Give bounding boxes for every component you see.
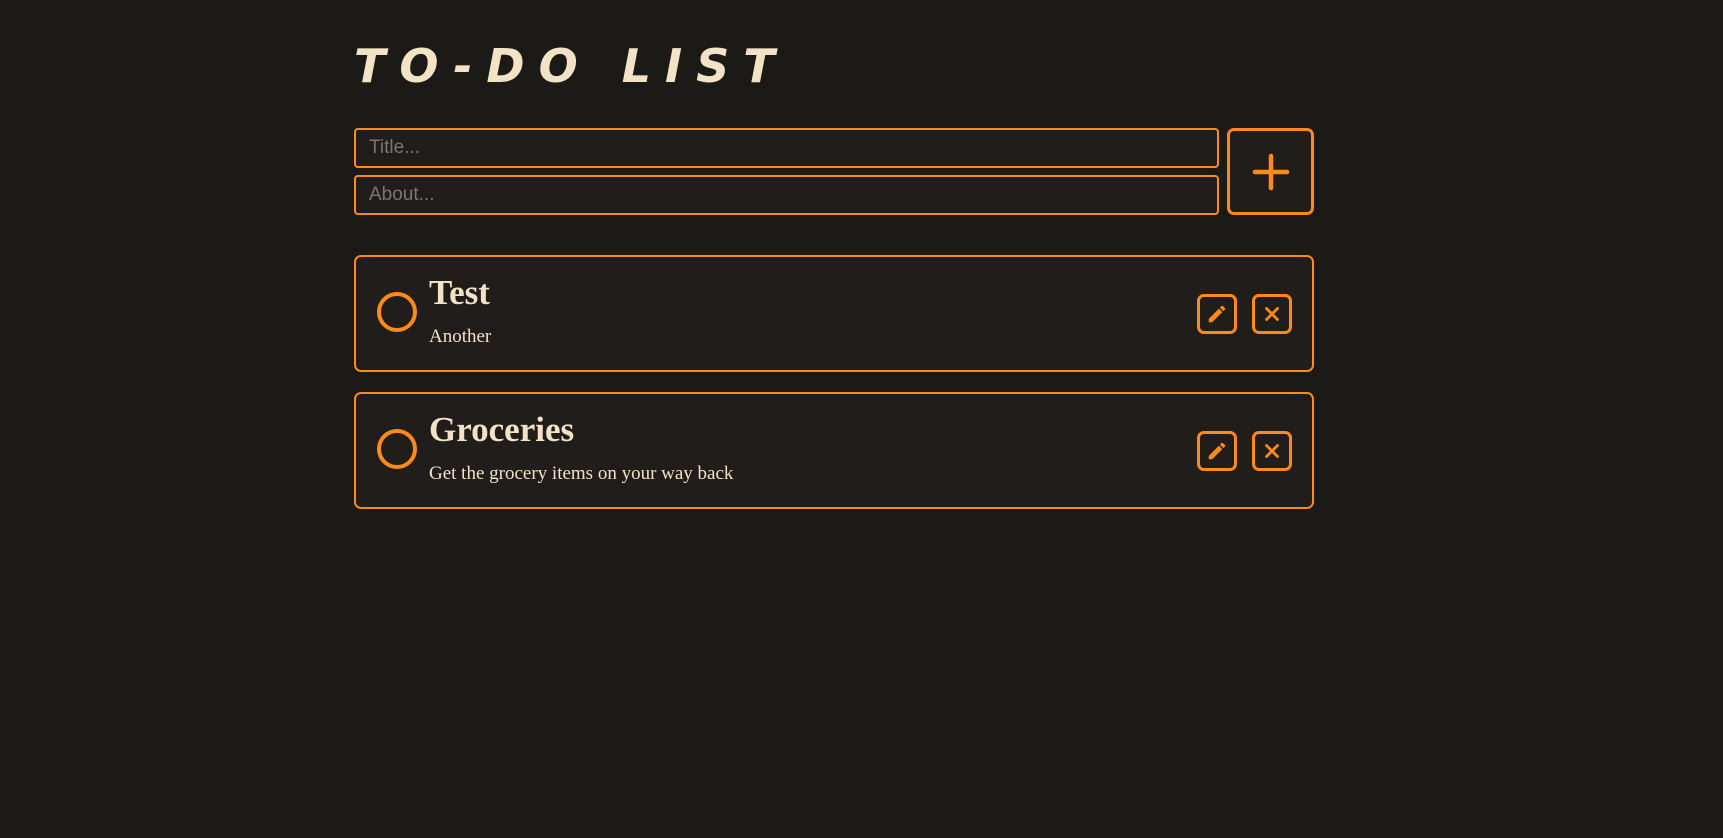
- close-icon: [1264, 306, 1280, 322]
- complete-toggle[interactable]: [377, 292, 417, 332]
- about-input[interactable]: [354, 175, 1219, 215]
- task-card: Test Another: [354, 255, 1314, 372]
- close-icon: [1264, 443, 1280, 459]
- edit-task-button[interactable]: [1197, 431, 1237, 471]
- task-card: Groceries Get the grocery items on your …: [354, 392, 1314, 509]
- complete-toggle[interactable]: [377, 429, 417, 469]
- task-title: Test: [429, 273, 490, 312]
- task-title: Groceries: [429, 410, 575, 449]
- task-description: Get the grocery items on your way back: [429, 463, 734, 484]
- delete-task-button[interactable]: [1252, 431, 1292, 471]
- page-title: TO-DO LIST: [354, 39, 789, 93]
- plus-icon: [1252, 153, 1290, 191]
- title-input[interactable]: [354, 128, 1219, 168]
- pencil-icon: [1206, 440, 1228, 462]
- pencil-icon: [1206, 303, 1228, 325]
- task-list: Test Another Groceries Get the grocery i…: [354, 255, 1314, 529]
- add-task-button[interactable]: [1227, 128, 1314, 215]
- task-description: Another: [429, 326, 492, 347]
- edit-task-button[interactable]: [1197, 294, 1237, 334]
- delete-task-button[interactable]: [1252, 294, 1292, 334]
